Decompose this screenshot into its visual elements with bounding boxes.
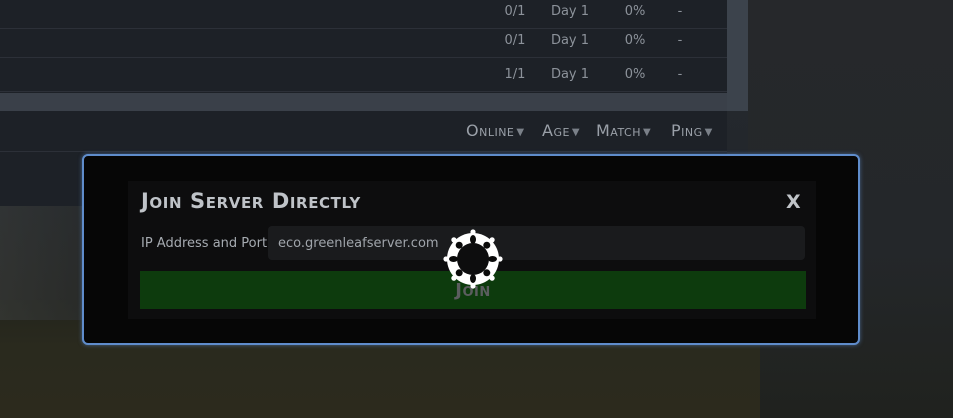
chevron-down-icon: ▼: [516, 127, 525, 138]
cell-age: Day 1: [550, 33, 590, 48]
ip-address-input[interactable]: [268, 226, 805, 260]
column-header-match[interactable]: Match ▼: [596, 121, 651, 140]
cell-online: 0/1: [504, 33, 526, 48]
cell-ping: -: [677, 4, 683, 19]
cell-ping: -: [677, 67, 683, 82]
cell-match: 0%: [624, 4, 646, 19]
column-header-label: Ping: [671, 121, 703, 140]
chevron-down-icon: ▼: [643, 127, 652, 138]
server-list-table: 0/1 Day 1 0% - 0/1 Day 1 0% - 1/1 Day 1 …: [0, 0, 727, 93]
cell-match: 0%: [624, 33, 646, 48]
cell-ping: -: [677, 33, 683, 48]
table-row[interactable]: 0/1 Day 1 0% -: [0, 25, 727, 58]
scrollbar-track[interactable]: [727, 0, 748, 111]
table-row[interactable]: 1/1 Day 1 0% -: [0, 59, 727, 92]
column-header-online[interactable]: Online ▼: [466, 121, 525, 140]
column-headers: Online ▼ Age ▼ Match ▼ Ping ▼: [0, 111, 727, 151]
close-button[interactable]: X: [786, 191, 801, 213]
column-header-label: Match: [596, 121, 642, 140]
cell-online: 1/1: [504, 67, 526, 82]
cell-match: 0%: [624, 67, 646, 82]
column-header-label: Age: [542, 121, 570, 140]
cell-online: 0/1: [504, 4, 526, 19]
ip-address-label: IP Address and Port: [141, 236, 268, 251]
chevron-down-icon: ▼: [704, 127, 713, 138]
cell-age: Day 1: [550, 67, 590, 82]
chevron-down-icon: ▼: [571, 127, 581, 138]
column-header-ping[interactable]: Ping ▼: [671, 121, 713, 140]
list-divider: [0, 93, 727, 111]
cell-age: Day 1: [550, 4, 590, 19]
column-header-label: Online: [466, 121, 515, 140]
dialog-title: Join Server Directly: [141, 189, 361, 213]
column-header-age[interactable]: Age ▼: [542, 121, 580, 140]
loading-spinner-icon: [443, 229, 503, 289]
